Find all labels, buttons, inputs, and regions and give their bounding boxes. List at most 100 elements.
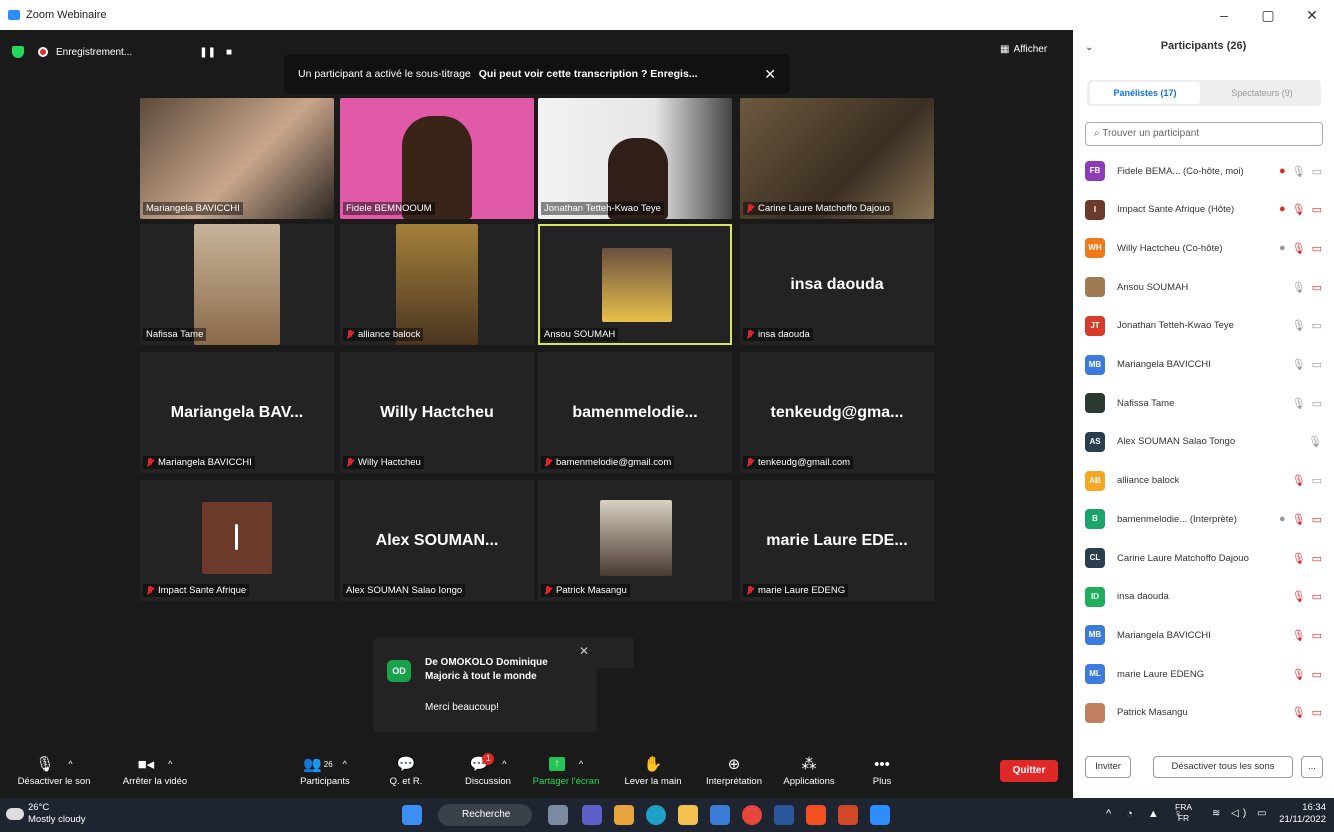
- clock[interactable]: 16:34 21/11/2022: [1279, 802, 1326, 826]
- avatar: CL: [1085, 548, 1105, 568]
- network-sound-battery-icons[interactable]: ≋ ◁) ▭: [1212, 808, 1270, 819]
- tab-panelists[interactable]: Panélistes (17): [1090, 82, 1200, 104]
- acrobat-icon[interactable]: [806, 805, 826, 825]
- folder-icon[interactable]: [678, 805, 698, 825]
- participant-row[interactable]: Patrick Masangu 🎙 ▭: [1073, 694, 1334, 732]
- minimize-button[interactable]: –: [1202, 0, 1246, 30]
- video-tile[interactable]: Mariangela BAV... Mariangela BAVICCHI: [140, 352, 334, 473]
- more-button[interactable]: ••• Plus: [864, 752, 900, 798]
- participant-row[interactable]: ID insa daouda 🎙 ▭: [1073, 578, 1334, 616]
- lang-secondary: FR: [1177, 813, 1190, 823]
- participant-row[interactable]: Bbamenmelodie... (Interprète) ● 🎙 ▭: [1073, 500, 1334, 538]
- video-tile[interactable]: Nafissa Tame: [140, 224, 334, 345]
- share-label: Partager l'écran: [532, 776, 600, 787]
- video-tile[interactable]: bamenmelodie... bamenmelodie@gmail.com: [538, 352, 732, 473]
- apps-button[interactable]: ⁂ Applications: [776, 752, 842, 798]
- mic-icon: 🎙: [1291, 204, 1306, 217]
- participant-name: Alex SOUMAN Salao Tongo: [1117, 436, 1236, 448]
- participant-status-icons: 🎙: [1308, 435, 1322, 448]
- participant-row[interactable]: CL Carine Laure Matchoffo Dajouo 🎙 ▭: [1073, 539, 1334, 577]
- chat-button[interactable]: 💬 1 ^ Discussion: [456, 752, 520, 798]
- teams-icon[interactable]: [582, 805, 602, 825]
- participant-search-input[interactable]: ⌕ Trouver un participant: [1085, 122, 1323, 146]
- video-tile[interactable]: Fidele BEMNOOUM: [340, 98, 534, 219]
- interpretation-button[interactable]: ⊕ Interprétation: [698, 752, 770, 798]
- chevron-up-icon[interactable]: ^: [579, 759, 583, 769]
- taskbar-search[interactable]: Recherche: [438, 804, 532, 826]
- participant-row[interactable]: MB Mariangela BAVICCHI 🎙 ▭: [1073, 616, 1334, 654]
- edge-icon[interactable]: [646, 805, 666, 825]
- participant-name: bamenmelodie... (Interprète): [1117, 513, 1237, 525]
- chat-notification[interactable]: OD De OMOKOLO Dominique Majoric à tout l…: [373, 638, 597, 732]
- store-icon[interactable]: [614, 805, 634, 825]
- banner-close-icon[interactable]: ✕: [764, 66, 776, 83]
- invite-button[interactable]: Inviter: [1085, 756, 1131, 778]
- video-tile[interactable]: alliance balock: [340, 224, 534, 345]
- video-tile[interactable]: Willy Hactcheu Willy Hactcheu: [340, 352, 534, 473]
- video-tile[interactable]: Alex SOUMAN... Alex SOUMAN Salao Iongo: [340, 480, 534, 601]
- leave-button[interactable]: Quitter: [1000, 760, 1058, 782]
- camera-icon: ▭: [1311, 320, 1322, 333]
- zoom-taskbar-icon[interactable]: [870, 805, 890, 825]
- raise-hand-button[interactable]: ✋ Lever la main: [620, 752, 686, 798]
- chrome-icon[interactable]: [742, 805, 762, 825]
- participant-row[interactable]: FB Fidele BEMA... (Co-hôte, moi) ● 🎙 ▭: [1073, 152, 1334, 190]
- video-tile[interactable]: Carine Laure Matchoffo Dajouo: [740, 98, 934, 219]
- video-tile[interactable]: Jonathan Tetteh-Kwao Teye: [538, 98, 732, 219]
- task-view-icon[interactable]: [548, 805, 568, 825]
- participant-status-icons: ● 🎙 ▭: [1279, 203, 1322, 216]
- mute-button[interactable]: 🎙 ^ Désactiver le son: [14, 752, 94, 798]
- banner-link[interactable]: Qui peut voir cette transcription ? Enre…: [479, 68, 698, 80]
- participant-row[interactable]: WH Willy Hactcheu (Co-hôte) ● 🎙 ▭: [1073, 229, 1334, 267]
- participant-row[interactable]: Ansou SOUMAH 🎙 ▭: [1073, 268, 1334, 306]
- view-button[interactable]: ▦ Afficher: [1000, 44, 1047, 55]
- stop-recording-button[interactable]: ■: [226, 47, 232, 58]
- close-button[interactable]: ✕: [1290, 0, 1334, 30]
- tab-attendees[interactable]: Spectateurs (9): [1207, 82, 1317, 104]
- time: 16:34: [1302, 802, 1326, 813]
- chevron-up-icon[interactable]: ^: [168, 759, 172, 769]
- avatar: [1085, 393, 1105, 414]
- participant-row[interactable]: JT Jonathan Tetteh-Kwao Teye 🎙 ▭: [1073, 307, 1334, 345]
- windows-start-icon[interactable]: [402, 805, 422, 825]
- video-tile[interactable]: marie Laure EDE... marie Laure EDENG: [740, 480, 934, 601]
- panel-more-button[interactable]: ...: [1301, 756, 1323, 778]
- video-tile[interactable]: tenkeudg@gma... tenkeudg@gmail.com: [740, 352, 934, 473]
- participant-row[interactable]: MB Mariangela BAVICCHI 🎙 ▭: [1073, 346, 1334, 384]
- shield-icon[interactable]: [12, 46, 24, 58]
- participant-row[interactable]: AS Alex SOUMAN Salao Tongo 🎙: [1073, 423, 1334, 461]
- participant-row[interactable]: ML marie Laure EDENG 🎙 ▭: [1073, 655, 1334, 693]
- word-icon[interactable]: [774, 805, 794, 825]
- stop-video-button[interactable]: ■◂ ^ Arrêter la vidéo: [112, 752, 198, 798]
- video-tile[interactable]: Impact Sante Afrique: [140, 480, 334, 601]
- participant-row[interactable]: AB alliance balock 🎙 ▭: [1073, 462, 1334, 500]
- tile-display-name: insa daouda: [790, 275, 884, 293]
- powerpoint-icon[interactable]: [838, 805, 858, 825]
- weather-widget[interactable]: 26°C Mostly cloudy: [28, 802, 86, 826]
- temperature: 26°C: [28, 802, 50, 813]
- recording-status-icon: ●: [1278, 203, 1286, 216]
- video-tile[interactable]: Mariangela BAVICCHI: [140, 98, 334, 219]
- video-tile[interactable]: insa daouda insa daouda: [740, 224, 934, 345]
- video-tile-active-speaker[interactable]: Ansou SOUMAH: [538, 224, 732, 345]
- participant-status-icons: 🎙 ▭: [1292, 552, 1322, 565]
- mute-all-button[interactable]: Désactiver tous les sons: [1153, 756, 1293, 778]
- participant-row[interactable]: Nafissa Tame 🎙 ▭: [1073, 384, 1334, 422]
- participants-panel: ⌄ Participants (26) Panélistes (17) Spec…: [1073, 30, 1334, 798]
- video-tile[interactable]: Patrick Masangu: [538, 480, 732, 601]
- qa-button[interactable]: 💬 Q. et R.: [382, 752, 430, 798]
- language-indicator[interactable]: FRA FR: [1175, 802, 1192, 824]
- toast-close-icon[interactable]: ✕: [579, 644, 589, 658]
- pause-recording-button[interactable]: ❚❚: [199, 47, 216, 58]
- participants-button[interactable]: 👥 26 ^ Participants: [290, 752, 360, 798]
- restore-button[interactable]: ▢: [1246, 0, 1290, 30]
- video-feed: [396, 224, 478, 345]
- chevron-up-icon[interactable]: ^: [68, 759, 72, 769]
- participant-row[interactable]: I Impact Sante Afrique (Hôte) ● 🎙 ▭: [1073, 191, 1334, 229]
- outlook-icon[interactable]: [710, 805, 730, 825]
- chevron-up-icon[interactable]: ^: [343, 759, 347, 769]
- chevron-up-icon[interactable]: ^: [502, 759, 506, 769]
- tile-display-name: tenkeudg@gma...: [770, 403, 904, 421]
- tile-name: Ansou SOUMAH: [541, 328, 619, 341]
- share-screen-button[interactable]: ↑ ^ Partager l'écran: [532, 752, 600, 798]
